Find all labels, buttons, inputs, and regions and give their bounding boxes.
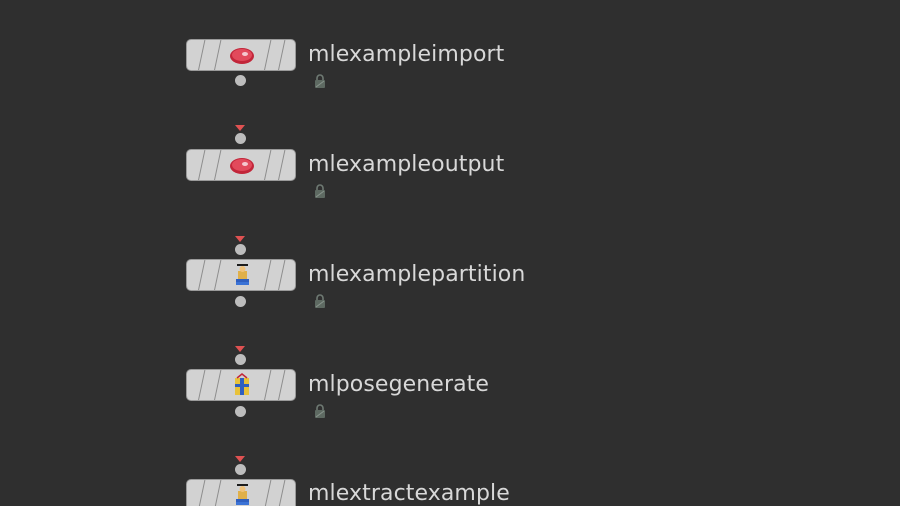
output-connector[interactable] (235, 406, 246, 417)
meat-icon (230, 158, 254, 174)
input-marker-icon (235, 236, 245, 242)
output-connector[interactable] (235, 296, 246, 307)
scholar-books-icon (236, 484, 249, 505)
lock-icon[interactable] (312, 293, 328, 309)
node-label[interactable]: mlextractexample (308, 481, 510, 506)
node-label[interactable]: mlexamplepartition (308, 262, 525, 287)
input-marker-icon (235, 456, 245, 462)
node-body[interactable] (186, 259, 296, 291)
node-mlextractexample[interactable]: mlextractexample (0, 0, 900, 506)
input-marker-icon (235, 125, 245, 131)
node-label[interactable]: mlexampleoutput (308, 152, 504, 177)
input-connector[interactable] (235, 244, 246, 255)
node-body[interactable] (186, 369, 296, 401)
input-marker-icon (235, 346, 245, 352)
node-body[interactable] (186, 149, 296, 181)
scholar-books-icon (236, 264, 249, 285)
gift-figure-icon (235, 373, 249, 395)
input-connector[interactable] (235, 133, 246, 144)
lock-icon[interactable] (312, 403, 328, 419)
input-connector[interactable] (235, 464, 246, 475)
node-network-canvas[interactable]: mlexampleimport mlexampleoutput mlexampl… (0, 0, 900, 506)
node-label[interactable]: mlposegenerate (308, 372, 489, 397)
node-body[interactable] (186, 479, 296, 506)
input-connector[interactable] (235, 354, 246, 365)
lock-icon[interactable] (312, 183, 328, 199)
